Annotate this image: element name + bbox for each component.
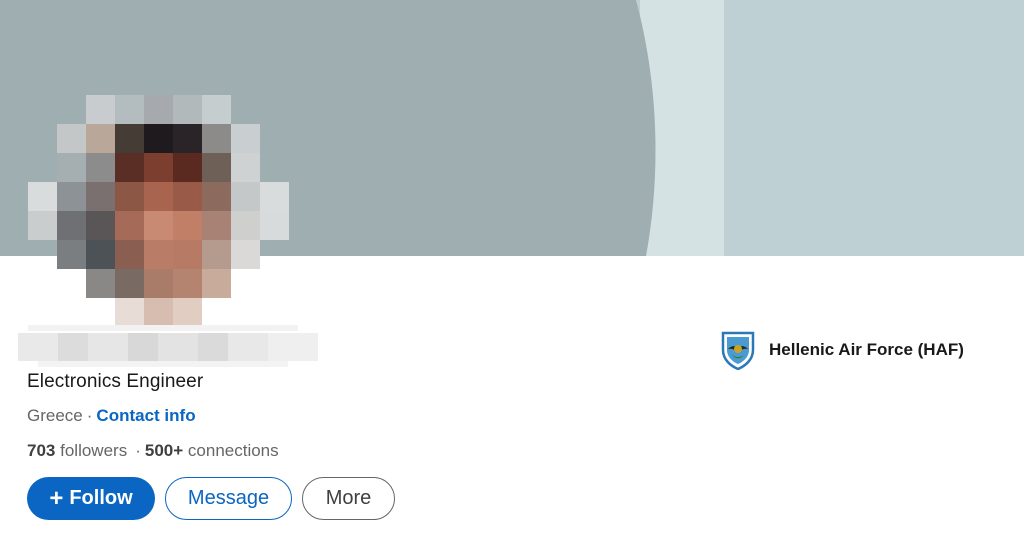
avatar-mosaic-tile	[86, 182, 115, 211]
avatar-mosaic-tile	[144, 182, 173, 211]
avatar-mosaic-tile	[173, 95, 202, 124]
avatar-mosaic-tile	[86, 269, 115, 298]
avatar-mosaic-tile	[115, 298, 144, 327]
followers-count[interactable]: 703	[27, 441, 55, 460]
avatar-mosaic-tile	[115, 211, 144, 240]
organization-name: Hellenic Air Force (HAF)	[769, 340, 964, 359]
avatar-mosaic-tile	[173, 124, 202, 153]
avatar-mosaic-tile	[231, 153, 260, 182]
profile-headline: Electronics Engineer	[27, 371, 204, 392]
avatar-mosaic-tile	[231, 211, 260, 240]
contact-info-link[interactable]: Contact info	[96, 406, 195, 425]
avatar-mosaic-tile	[202, 124, 231, 153]
avatar-mosaic-tile	[86, 211, 115, 240]
avatar-mosaic-tile	[144, 298, 173, 327]
profile-name-blurred	[18, 325, 318, 367]
plus-icon: +	[49, 484, 64, 512]
avatar-mosaic-tile	[57, 124, 86, 153]
avatar-mosaic-tile	[202, 95, 231, 124]
avatar-mosaic-tile	[202, 211, 231, 240]
message-button[interactable]: Message	[165, 477, 292, 520]
avatar-mosaic-tile	[202, 153, 231, 182]
network-stats-row: 703 followers · 500+ connections	[27, 441, 279, 461]
location-text: Greece	[27, 406, 83, 425]
avatar-mosaic-tile	[144, 153, 173, 182]
avatar-mosaic-tile	[28, 211, 57, 240]
avatar-mosaic-tile	[173, 269, 202, 298]
avatar-mosaic-tile	[202, 240, 231, 269]
avatar-mosaic-tile	[115, 269, 144, 298]
avatar-mosaic-tile	[173, 153, 202, 182]
avatar-mosaic-tile	[144, 95, 173, 124]
avatar-mosaic-tile	[115, 153, 144, 182]
avatar-mosaic-tile	[115, 240, 144, 269]
current-organization[interactable]: Hellenic Air Force (HAF)	[720, 330, 964, 370]
avatar-mosaic-tile	[260, 211, 289, 240]
avatar-mosaic-tile	[202, 182, 231, 211]
avatar-mosaic-tile	[173, 240, 202, 269]
avatar-mosaic-tile	[115, 95, 144, 124]
avatar-mosaic-tile	[173, 182, 202, 211]
avatar-mosaic-tile	[260, 182, 289, 211]
air-force-emblem-icon	[720, 330, 756, 370]
avatar-mosaic-tile	[28, 182, 57, 211]
avatar-mosaic-tile	[57, 182, 86, 211]
avatar-mosaic-tile	[57, 211, 86, 240]
more-button[interactable]: More	[302, 477, 395, 520]
avatar-mosaic-tile	[57, 153, 86, 182]
avatar-mosaic-tile	[115, 182, 144, 211]
avatar-mosaic-tile	[57, 240, 86, 269]
separator-dot: ·	[135, 441, 141, 460]
separator-dot: ·	[86, 406, 93, 425]
profile-actions: + Follow Message More	[27, 477, 395, 520]
avatar-mosaic-tile	[173, 211, 202, 240]
avatar-mosaic-tile	[86, 124, 115, 153]
avatar-mosaic-tile	[144, 269, 173, 298]
followers-label[interactable]: followers	[60, 441, 127, 460]
avatar-mosaic-tile	[86, 240, 115, 269]
avatar-mosaic-tile	[115, 124, 144, 153]
avatar-mosaic-tile	[231, 182, 260, 211]
avatar-mosaic-tile	[144, 124, 173, 153]
avatar-mosaic-tile	[231, 124, 260, 153]
avatar-mosaic-tile	[144, 240, 173, 269]
avatar-mosaic-tile	[231, 240, 260, 269]
avatar-mosaic-tile	[202, 269, 231, 298]
avatar-mosaic-tile	[86, 153, 115, 182]
avatar-mosaic-tile	[86, 95, 115, 124]
follow-button-label: Follow	[69, 487, 133, 509]
avatar-mosaic-tile	[144, 211, 173, 240]
location-row: Greece · Contact info	[27, 406, 196, 426]
connections-label: connections	[187, 441, 279, 460]
follow-button[interactable]: + Follow	[27, 477, 155, 520]
profile-card: Electronics Engineer Greece · Contact info…	[0, 0, 1024, 543]
connections-count: 500+	[144, 441, 184, 460]
avatar-mosaic-tile	[173, 298, 202, 327]
